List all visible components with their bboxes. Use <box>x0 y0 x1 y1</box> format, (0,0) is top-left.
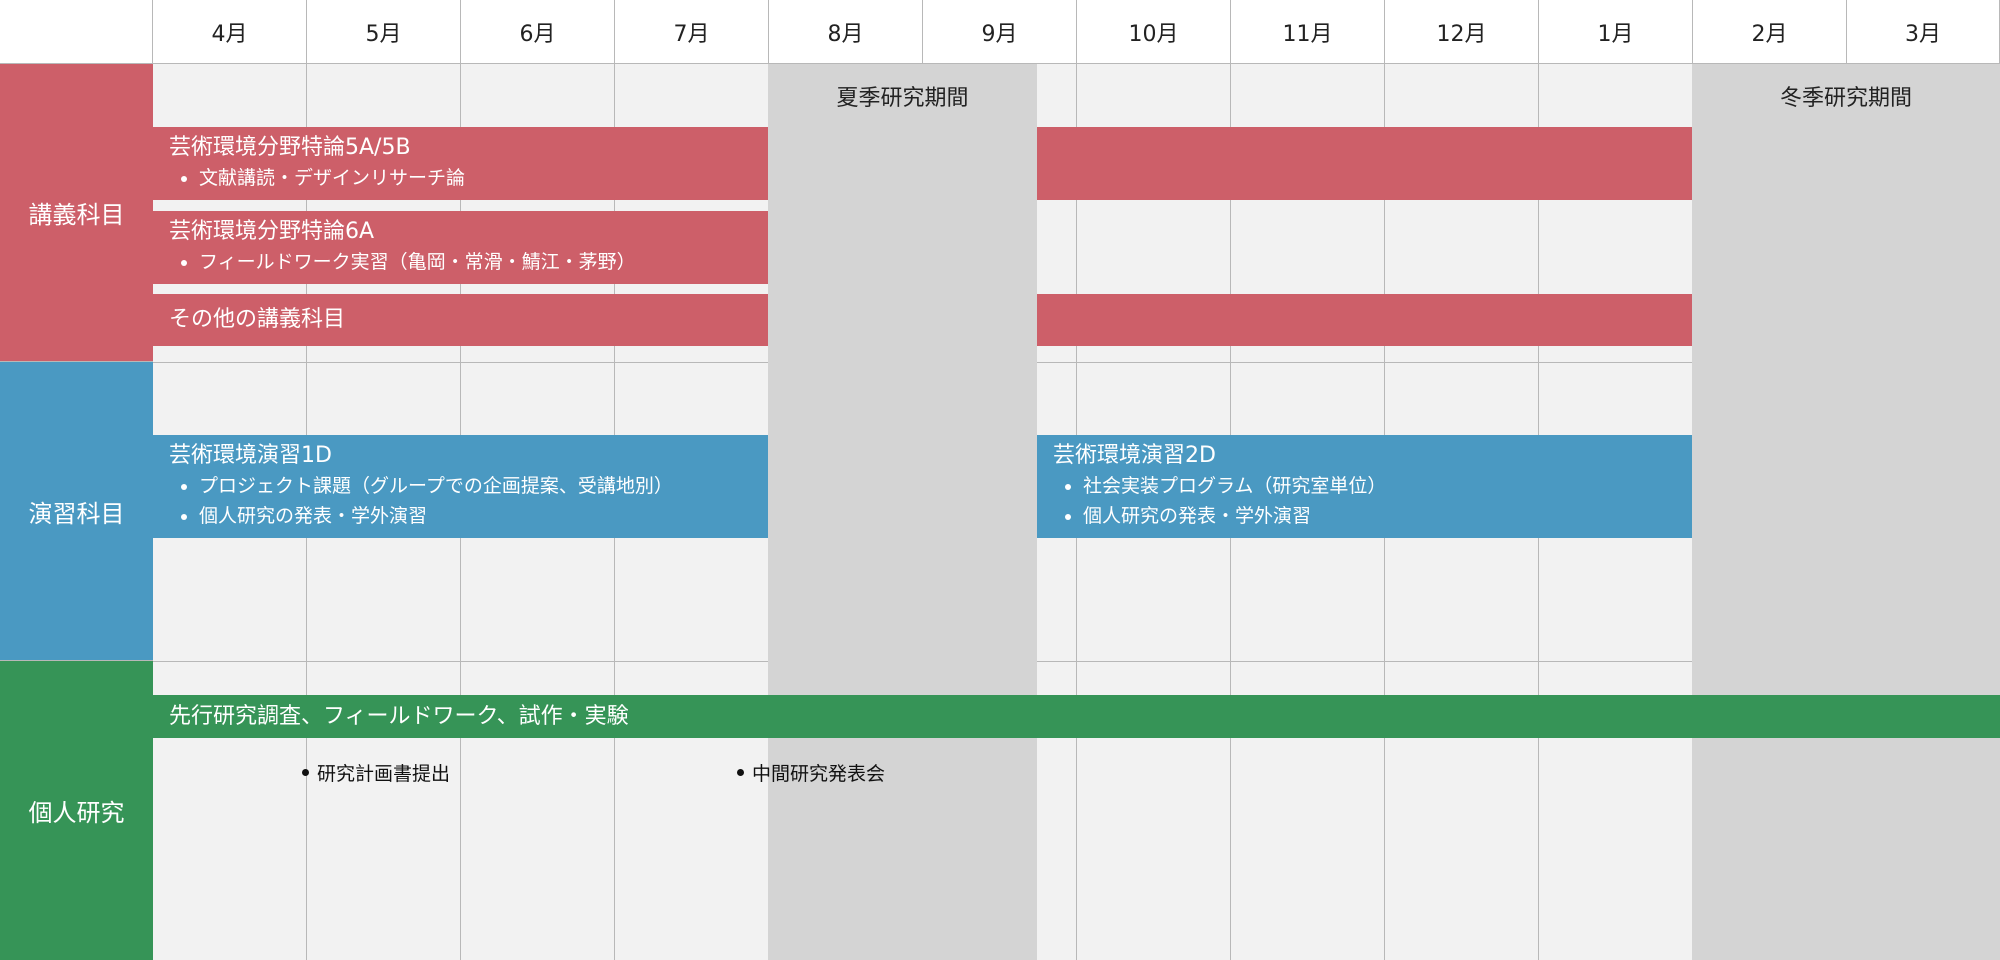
month-header-jun: 6月 <box>461 0 615 64</box>
lecture-bar-other-second-term <box>1037 294 1692 346</box>
month-header-jan: 1月 <box>1539 0 1693 64</box>
bar-title: その他の講義科目 <box>169 307 346 332</box>
summer-research-period <box>768 64 1037 960</box>
lecture-bar-5a5b: 芸術環境分野特論5A/5B 文献講読・デザインリサーチ論 <box>153 127 768 200</box>
milestone-dot <box>302 769 309 776</box>
month-header-may: 5月 <box>307 0 461 64</box>
winter-period-label: 冬季研究期間 <box>1779 86 1912 111</box>
month-header-nov: 11月 <box>1231 0 1385 64</box>
milestone-label: 研究計画書提出 <box>317 763 451 785</box>
research-bar: 先行研究調査、フィールドワーク、試作・実験 <box>153 695 2000 738</box>
category-lecture: 講義科目 <box>0 64 153 362</box>
section-divider <box>1037 661 1692 662</box>
month-header-feb: 2月 <box>1693 0 1847 64</box>
header-corner <box>0 0 153 64</box>
month-header-oct: 10月 <box>1077 0 1231 64</box>
month-header-dec: 12月 <box>1385 0 1539 64</box>
annual-schedule-chart: 夏季研究期間 冬季研究期間 4月 5月 6月 7月 8月 9月 10月 11月 … <box>0 0 2000 960</box>
seminar-bar-1d: 芸術環境演習1D プロジェクト課題（グループでの企画提案、受講地別） 個人研究の… <box>153 435 768 538</box>
winter-research-period <box>1692 64 2000 960</box>
seminar-bar-2d: 芸術環境演習2D 社会実装プログラム（研究室単位） 個人研究の発表・学外演習 <box>1037 435 1692 538</box>
bar-item: フィールドワーク実習（亀岡・常滑・鯖江・茅野） <box>199 247 752 277</box>
bar-item: プロジェクト課題（グループでの企画提案、受講地別） <box>199 471 752 501</box>
month-header-mar: 3月 <box>1847 0 2000 64</box>
lecture-bar-other: その他の講義科目 <box>153 294 768 346</box>
bar-title: 芸術環境演習1D <box>169 443 332 468</box>
bar-item: 文献講読・デザインリサーチ論 <box>199 163 752 193</box>
bar-item: 個人研究の発表・学外演習 <box>199 501 752 531</box>
bar-title: 先行研究調査、フィールドワーク、試作・実験 <box>169 703 629 729</box>
category-research: 個人研究 <box>0 661 153 960</box>
month-header-aug: 8月 <box>769 0 923 64</box>
milestone-interim-presentation: 中間研究発表会 <box>737 759 885 786</box>
bar-item: 社会実装プログラム（研究室単位） <box>1083 471 1676 501</box>
month-header-sep: 9月 <box>923 0 1077 64</box>
bar-title: 芸術環境分野特論6A <box>169 219 375 244</box>
bar-item: 個人研究の発表・学外演習 <box>1083 501 1676 531</box>
bar-title: 芸術環境演習2D <box>1053 443 1216 468</box>
month-header-jul: 7月 <box>615 0 769 64</box>
section-divider <box>153 661 768 662</box>
lecture-bar-6a: 芸術環境分野特論6A フィールドワーク実習（亀岡・常滑・鯖江・茅野） <box>153 211 768 284</box>
milestone-research-plan: 研究計画書提出 <box>302 759 450 786</box>
bar-title: 芸術環境分野特論5A/5B <box>169 135 411 160</box>
month-header-apr: 4月 <box>153 0 307 64</box>
section-divider <box>153 362 768 363</box>
milestone-dot <box>737 769 744 776</box>
lecture-bar-5a5b-second-term <box>1037 127 1692 200</box>
summer-period-label: 夏季研究期間 <box>836 86 969 111</box>
milestone-label: 中間研究発表会 <box>752 763 886 785</box>
category-seminar: 演習科目 <box>0 362 153 661</box>
section-divider <box>1037 362 1692 363</box>
